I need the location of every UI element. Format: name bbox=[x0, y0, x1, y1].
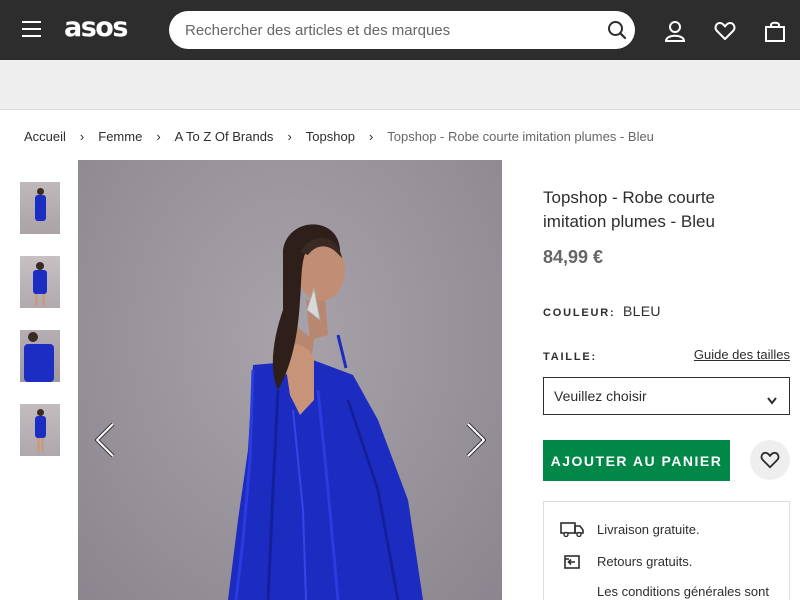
breadcrumb: Accueil › Femme › A To Z Of Brands › Top… bbox=[24, 127, 654, 145]
breadcrumb-item-topshop[interactable]: Topshop bbox=[306, 129, 355, 144]
breadcrumb-item-femme[interactable]: Femme bbox=[98, 129, 142, 144]
delivery-info-box: Livraison gratuite. Retours gratuits. Le… bbox=[543, 501, 790, 600]
asos-logo[interactable]: asos bbox=[64, 13, 128, 43]
menu-icon[interactable] bbox=[22, 21, 42, 39]
product-main-image bbox=[78, 160, 502, 600]
breadcrumb-item-home[interactable]: Accueil bbox=[24, 129, 66, 144]
promo-banner bbox=[0, 60, 800, 110]
breadcrumb-item-current: Topshop - Robe courte imitation plumes -… bbox=[387, 128, 654, 144]
product-thumbnail[interactable] bbox=[20, 404, 60, 456]
free-returns-row: Retours gratuits. bbox=[560, 552, 692, 570]
size-label: TAILLE: bbox=[543, 351, 597, 363]
color-value: BLEU bbox=[623, 303, 661, 319]
breadcrumb-item-brands[interactable]: A To Z Of Brands bbox=[175, 129, 274, 144]
product-title: Topshop - Robe courte imitation plumes -… bbox=[543, 188, 715, 231]
product-thumbnail[interactable] bbox=[20, 330, 60, 382]
breadcrumb-separator: › bbox=[79, 128, 85, 144]
add-to-bag-button[interactable]: AJOUTER AU PANIER bbox=[543, 440, 730, 481]
heart-icon[interactable] bbox=[714, 20, 736, 42]
breadcrumb-separator: › bbox=[287, 128, 292, 144]
product-thumbnail[interactable] bbox=[20, 182, 60, 234]
conditions-row: Les conditions générales sont bbox=[597, 584, 769, 599]
save-for-later-button[interactable] bbox=[750, 440, 790, 480]
free-delivery-text: Livraison gratuite. bbox=[597, 521, 700, 537]
bag-icon[interactable] bbox=[764, 20, 786, 42]
size-select-value: Veuillez choisir bbox=[554, 388, 647, 404]
breadcrumb-separator: › bbox=[368, 128, 374, 144]
search-bar bbox=[169, 11, 635, 49]
product-thumbnail[interactable] bbox=[20, 256, 60, 308]
conditions-text: Les conditions générales sont bbox=[597, 584, 770, 599]
size-guide-link[interactable]: Guide des tailles bbox=[694, 347, 790, 362]
chevron-left-icon[interactable] bbox=[92, 422, 122, 458]
free-returns-text: Retours gratuits. bbox=[597, 553, 693, 569]
color-label: COULEUR: bbox=[543, 307, 616, 319]
chevron-down-icon bbox=[767, 392, 777, 405]
search-input[interactable] bbox=[185, 11, 595, 49]
account-icon[interactable] bbox=[664, 20, 686, 42]
heart-icon bbox=[760, 451, 780, 469]
chevron-right-icon[interactable] bbox=[459, 422, 489, 458]
size-select[interactable]: Veuillez choisir bbox=[543, 377, 790, 415]
top-navigation-bar: asos bbox=[0, 0, 800, 60]
product-price: 84,99 € bbox=[543, 247, 604, 267]
search-icon[interactable] bbox=[607, 20, 627, 40]
free-delivery-row: Livraison gratuite. bbox=[560, 520, 700, 538]
truck-icon bbox=[560, 520, 584, 538]
returns-icon bbox=[560, 552, 584, 570]
breadcrumb-separator: › bbox=[156, 128, 161, 144]
